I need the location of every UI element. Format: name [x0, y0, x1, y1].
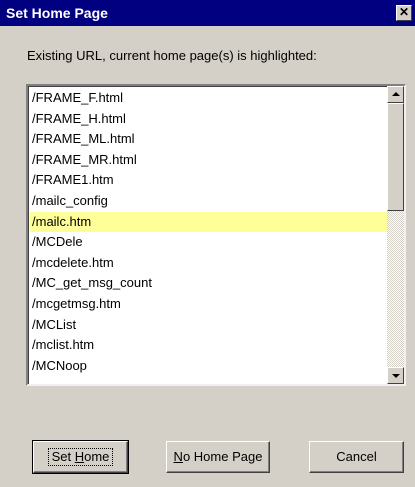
list-item[interactable]: /MCNoop — [30, 356, 387, 377]
list-item[interactable]: /mcdelete.htm — [30, 253, 387, 274]
arrow-down-icon — [392, 374, 400, 378]
scroll-up-button[interactable] — [387, 86, 404, 103]
arrow-up-icon — [392, 92, 400, 96]
focus-rect: Set Home — [47, 448, 114, 466]
list-item[interactable]: /FRAME_F.html — [30, 88, 387, 109]
list-item-selected[interactable]: /mailc.htm — [30, 211, 387, 233]
list-item[interactable]: /MCList — [30, 315, 387, 336]
vertical-scrollbar[interactable] — [387, 86, 404, 384]
title-bar: Set Home Page ✕ — [0, 0, 415, 26]
list-item[interactable]: /FRAME_H.html — [30, 109, 387, 130]
url-list: /FRAME_F.html/FRAME_H.html/FRAME_ML.html… — [30, 88, 387, 376]
url-listbox[interactable]: /FRAME_F.html/FRAME_H.html/FRAME_ML.html… — [26, 84, 406, 386]
scroll-down-button[interactable] — [387, 367, 404, 384]
cancel-button[interactable]: Cancel — [309, 441, 404, 473]
close-icon: ✕ — [398, 5, 410, 19]
no-home-page-button[interactable]: No Home Page — [166, 441, 270, 473]
list-item[interactable]: /MCDele — [30, 232, 387, 253]
list-item[interactable]: /FRAME_ML.html — [30, 129, 387, 150]
set-home-button[interactable]: Set Home — [32, 440, 129, 474]
list-item[interactable]: /mailc_config — [30, 191, 387, 212]
close-button[interactable]: ✕ — [396, 5, 412, 21]
scrollbar-thumb[interactable] — [387, 103, 404, 211]
instruction-label: Existing URL, current home page(s) is hi… — [27, 48, 317, 63]
list-item[interactable]: /MC_get_msg_count — [30, 273, 387, 294]
list-item[interactable]: /FRAME_MR.html — [30, 150, 387, 171]
list-item[interactable]: /mcgetmsg.htm — [30, 294, 387, 315]
list-item[interactable]: /FRAME1.htm — [30, 170, 387, 191]
window-title: Set Home Page — [6, 5, 108, 21]
list-item[interactable]: /mclist.htm — [30, 335, 387, 356]
